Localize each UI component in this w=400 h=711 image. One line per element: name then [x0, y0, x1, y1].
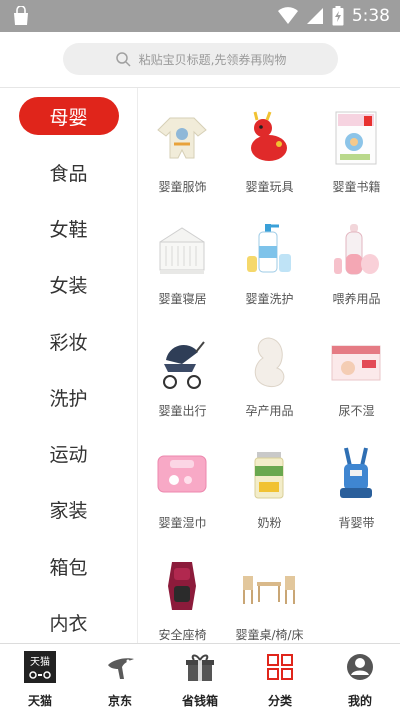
active-pill: 母婴	[18, 97, 119, 135]
grid-item-label: 婴童桌/椅/床	[235, 628, 304, 642]
pregnancy-pillow-icon	[254, 337, 285, 388]
battery-icon	[332, 6, 344, 26]
category-sidebar: 母婴 食品 女鞋 女装 彩妆 洗护 运动 家装 箱包 内衣	[0, 88, 138, 643]
sidebar-item-caizhuang[interactable]: 彩妆	[0, 313, 137, 369]
sidebar-item-muying[interactable]: 母婴	[0, 88, 137, 144]
grid-item-label: 喂养用品	[332, 292, 381, 306]
sidebar-item-label: 洗护	[49, 387, 88, 410]
wifi-icon	[277, 7, 298, 24]
sidebar-item-label: 母婴	[49, 106, 88, 129]
diaper-box-icon	[331, 345, 381, 381]
grid-item-label: 婴童洗护	[245, 292, 294, 306]
tab-label: 省钱箱	[181, 694, 218, 708]
grid-item-baby-bedding[interactable]: 婴童寝居	[139, 200, 226, 312]
gift-box-icon	[186, 654, 214, 681]
sidebar-item-jiazhuang[interactable]: 家装	[0, 481, 137, 537]
profile-icon	[347, 654, 373, 680]
grid-item-baby-toys[interactable]: 婴童玩具	[226, 88, 313, 200]
sidebar-item-xiangbao[interactable]: 箱包	[0, 538, 137, 594]
grid-item-diapers[interactable]: 尿不湿	[313, 312, 400, 424]
car-seat-icon	[168, 562, 196, 610]
search-placeholder: 粘贴宝贝标题,先领券再购物	[138, 52, 287, 67]
tmall-logo-text: 天猫	[30, 655, 50, 668]
grid-item-baby-books[interactable]: 婴童书籍	[313, 88, 400, 200]
sidebar-item-nvxie[interactable]: 女鞋	[0, 200, 137, 256]
grid-item-label: 背婴带	[338, 516, 375, 530]
lotion-bottle-icon	[247, 224, 291, 273]
tab-category[interactable]: 分类	[240, 644, 320, 711]
tab-jd[interactable]: 京东	[80, 644, 160, 711]
grid-item-label: 奶粉	[257, 516, 282, 530]
grid-item-label: 婴童湿巾	[158, 516, 207, 530]
sidebar-item-label: 家装	[49, 499, 88, 522]
search-icon	[115, 52, 131, 67]
sidebar-item-neiyi[interactable]: 内衣	[0, 594, 137, 643]
tab-label: 天猫	[27, 694, 52, 708]
signal-icon	[306, 8, 323, 24]
grid-item-label: 孕产用品	[245, 404, 294, 418]
wet-wipes-icon	[157, 455, 207, 493]
grid-item-baby-bath[interactable]: 婴童洗护	[226, 200, 313, 312]
tmall-icon: 天猫	[24, 651, 56, 683]
search-input[interactable]: 粘贴宝贝标题,先领券再购物	[63, 43, 338, 75]
sidebar-item-label: 箱包	[49, 556, 88, 579]
sidebar-item-shipin[interactable]: 食品	[0, 144, 137, 200]
grid-item-maternity[interactable]: 孕产用品	[226, 312, 313, 424]
jd-icon	[108, 658, 134, 679]
book-icon	[335, 111, 377, 165]
baby-carrier-icon	[340, 447, 372, 498]
baby-romper-icon	[157, 117, 207, 159]
table-chairs-icon	[243, 576, 295, 604]
formula-can-icon	[254, 452, 284, 499]
grid-item-label: 婴童书籍	[332, 180, 381, 194]
tab-tmall[interactable]: 天猫 天猫	[0, 644, 80, 711]
grid-item-label: 婴童服饰	[158, 180, 207, 194]
shopping-bag-icon	[14, 6, 28, 25]
grid-item-feeding[interactable]: 喂养用品	[313, 200, 400, 312]
sidebar-item-nvzhuang[interactable]: 女装	[0, 256, 137, 312]
sidebar-item-label: 食品	[49, 162, 88, 185]
grid-item-label: 安全座椅	[158, 628, 207, 642]
subcategory-grid: 婴童服饰 婴童玩具 婴童书籍 婴童寝居 婴童洗护 喂养用品 婴童出行 孕产用品 …	[139, 88, 400, 643]
sidebar-item-label: 彩妆	[49, 331, 88, 354]
tab-label: 我的	[347, 694, 372, 708]
grid-item-label: 婴童出行	[158, 404, 207, 418]
sidebar-item-xihu[interactable]: 洗护	[0, 369, 137, 425]
grid-item-baby-carrier[interactable]: 背婴带	[313, 424, 400, 536]
feeding-bottle-icon	[334, 224, 379, 275]
toy-deer-icon	[251, 111, 287, 161]
sidebar-item-yundong[interactable]: 运动	[0, 425, 137, 481]
bottom-tab-bar: 天猫 天猫 京东 省钱箱 分类 我的	[0, 643, 400, 711]
sidebar-item-label: 女装	[49, 274, 88, 297]
grid-item-label: 婴童寝居	[158, 292, 207, 306]
tab-label: 分类	[267, 694, 292, 708]
sidebar-item-label: 运动	[49, 443, 88, 466]
tab-profile[interactable]: 我的	[320, 644, 400, 711]
grid-item-wet-wipes[interactable]: 婴童湿巾	[139, 424, 226, 536]
grid-item-car-seat[interactable]: 安全座椅	[139, 536, 226, 643]
clock-time: 5:38	[351, 6, 390, 26]
grid-item-formula[interactable]: 奶粉	[226, 424, 313, 536]
crib-icon	[159, 227, 205, 274]
tab-label: 京东	[107, 694, 132, 708]
status-bar: 5:38	[0, 0, 400, 32]
grid-item-label: 尿不湿	[338, 404, 375, 418]
search-bar: 粘贴宝贝标题,先领券再购物	[0, 32, 400, 88]
grid-item-baby-clothing[interactable]: 婴童服饰	[139, 88, 226, 200]
stroller-icon	[163, 341, 205, 389]
sidebar-item-label: 内衣	[49, 612, 88, 635]
sidebar-item-label: 女鞋	[49, 218, 88, 241]
category-grid-icon	[267, 654, 293, 680]
tab-savings-box[interactable]: 省钱箱	[160, 644, 240, 711]
grid-item-label: 婴童玩具	[245, 180, 294, 194]
grid-item-baby-travel[interactable]: 婴童出行	[139, 312, 226, 424]
grid-item-furniture[interactable]: 婴童桌/椅/床	[226, 536, 313, 643]
